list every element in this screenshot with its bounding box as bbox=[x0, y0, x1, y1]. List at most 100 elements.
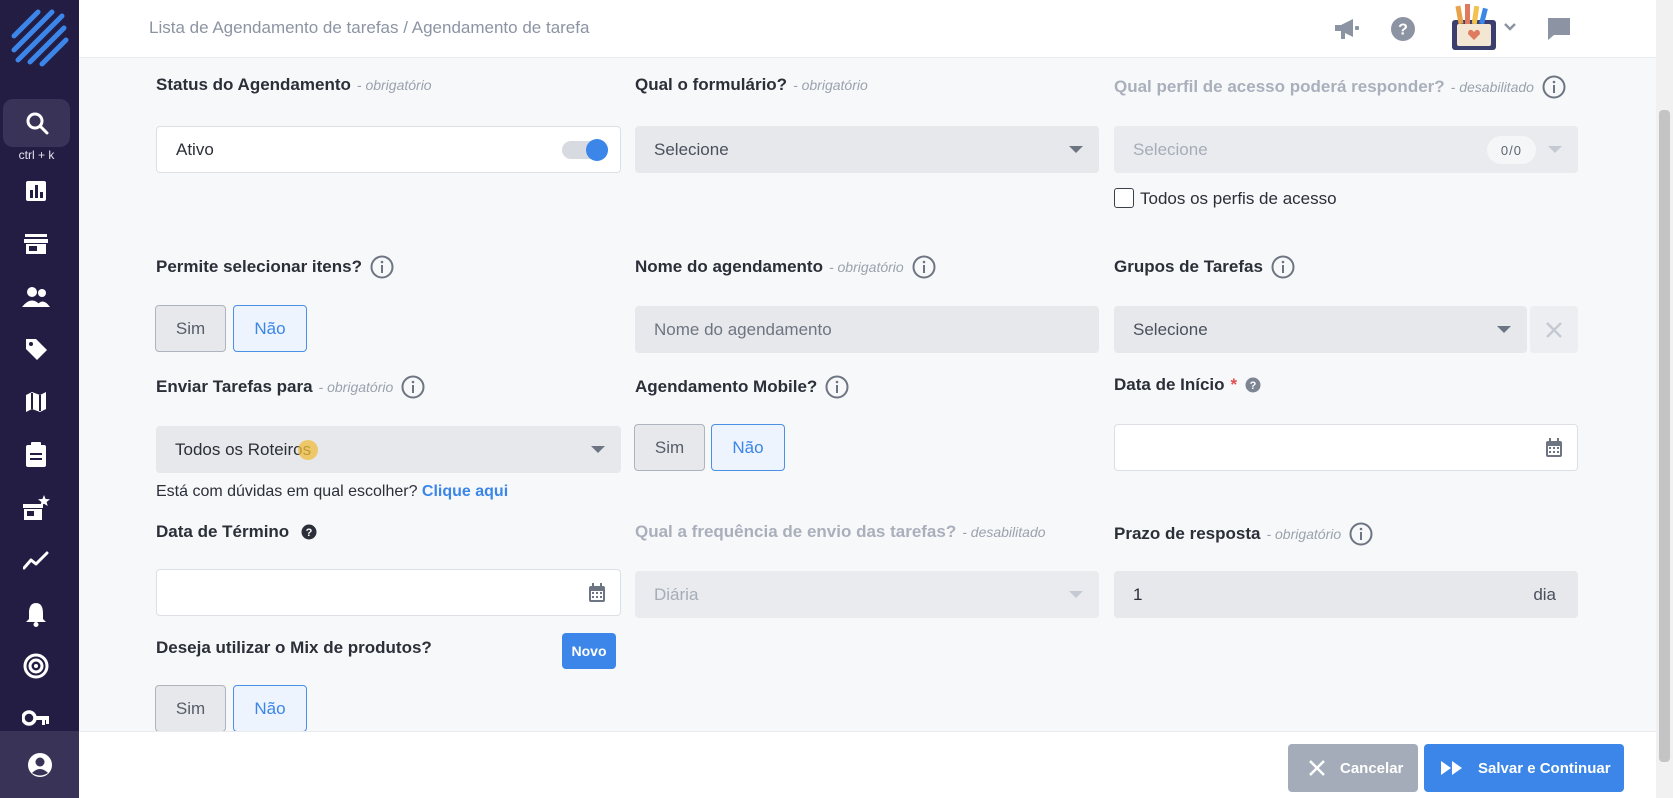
chart-icon bbox=[26, 181, 46, 201]
cancel-button[interactable]: Cancelar bbox=[1288, 744, 1418, 792]
deadline-value: 1 bbox=[1133, 584, 1143, 604]
sidebar-item-stores[interactable] bbox=[18, 226, 54, 262]
info-icon[interactable] bbox=[1349, 522, 1373, 546]
select-items-yes-button[interactable]: Sim bbox=[155, 305, 226, 352]
required-tag: - obrigatório bbox=[793, 77, 868, 93]
disabled-tag: - desabilitado bbox=[1450, 79, 1534, 95]
mix-label-text: Deseja utilizar o Mix de produtos? bbox=[156, 638, 432, 657]
avatar bbox=[1452, 4, 1496, 50]
breadcrumb-separator: / bbox=[398, 18, 412, 37]
sidebar-item-notifications[interactable] bbox=[18, 596, 54, 632]
sidebar-item-tasks[interactable] bbox=[18, 437, 54, 473]
key-icon bbox=[22, 710, 49, 726]
search-button[interactable] bbox=[3, 99, 70, 147]
all-profiles-checkbox[interactable] bbox=[1114, 188, 1134, 208]
sidebar-item-map[interactable] bbox=[18, 384, 54, 420]
target-icon bbox=[23, 653, 49, 679]
end-date-input[interactable] bbox=[156, 569, 621, 616]
info-icon[interactable] bbox=[912, 255, 936, 279]
form-select-value: Selecione bbox=[654, 139, 729, 159]
clipboard-icon bbox=[26, 442, 46, 467]
deadline-input[interactable]: 1 dia bbox=[1114, 571, 1578, 618]
status-toggle[interactable] bbox=[562, 139, 608, 161]
calendar-icon[interactable] bbox=[1545, 438, 1563, 463]
sidebar-item-goals[interactable] bbox=[18, 648, 54, 684]
deadline-label: Prazo de resposta - obrigatório bbox=[1114, 522, 1373, 546]
info-icon[interactable] bbox=[1271, 255, 1295, 279]
select-items-no-button[interactable]: Não bbox=[233, 305, 307, 352]
deadline-label-text: Prazo de resposta bbox=[1114, 524, 1261, 543]
new-badge: Novo bbox=[562, 633, 616, 669]
mix-yes-button[interactable]: Sim bbox=[155, 685, 226, 732]
profile-select: Selecione 0/0 bbox=[1114, 126, 1578, 173]
mix-no-button[interactable]: Não bbox=[233, 685, 307, 732]
start-date-input[interactable] bbox=[1114, 424, 1578, 471]
megaphone-icon bbox=[1335, 19, 1359, 39]
breadcrumb-parent-link[interactable]: Lista de Agendamento de tarefas bbox=[149, 18, 399, 37]
status-field: Ativo bbox=[156, 126, 621, 173]
help-button[interactable]: ? bbox=[1385, 11, 1421, 47]
svg-text:?: ? bbox=[1398, 22, 1408, 39]
save-continue-button[interactable]: Salvar e Continuar bbox=[1424, 744, 1624, 792]
logo[interactable] bbox=[8, 6, 70, 68]
send-to-help-text: Está com dúvidas em qual escolher? bbox=[156, 483, 418, 500]
info-icon[interactable] bbox=[370, 255, 394, 279]
deadline-unit: dia bbox=[1533, 584, 1556, 604]
schedule-name-input[interactable]: Nome do agendamento bbox=[635, 306, 1099, 353]
sidebar-item-trends[interactable] bbox=[18, 543, 54, 579]
chat-button[interactable] bbox=[1541, 11, 1577, 47]
tag-icon bbox=[26, 339, 47, 360]
required-tag: - obrigatório bbox=[828, 259, 904, 275]
end-date-label: Data de Término ? bbox=[156, 522, 317, 542]
footer-actions: Cancelar Salvar e Continuar bbox=[79, 731, 1656, 798]
sidebar-item-featured-stores[interactable] bbox=[18, 490, 54, 526]
user-profile-button[interactable] bbox=[0, 731, 79, 798]
task-groups-clear-button[interactable] bbox=[1530, 306, 1578, 353]
form-select-label: Qual o formulário? - obrigatório bbox=[635, 75, 868, 95]
mobile-no-button[interactable]: Não bbox=[711, 424, 785, 471]
users-icon bbox=[22, 287, 50, 307]
sidebar-item-users[interactable] bbox=[18, 279, 54, 315]
map-icon bbox=[26, 392, 46, 412]
schedule-name-label-text: Nome do agendamento bbox=[635, 257, 823, 276]
help-icon: ? bbox=[1391, 17, 1415, 41]
account-menu[interactable] bbox=[1447, 2, 1519, 52]
send-to-help-link[interactable]: Clique aqui bbox=[422, 483, 508, 500]
help-circle-icon[interactable]: ? bbox=[1245, 377, 1261, 393]
required-tag: - obrigatório bbox=[318, 379, 394, 395]
svg-text:?: ? bbox=[1250, 380, 1257, 392]
help-circle-icon[interactable]: ? bbox=[301, 524, 317, 540]
start-date-label-text: Data de Início bbox=[1114, 375, 1225, 394]
caret-down-icon bbox=[1069, 591, 1083, 598]
select-items-label-text: Permite selecionar itens? bbox=[156, 257, 362, 276]
status-label: Status do Agendamento - obrigatório bbox=[156, 75, 432, 95]
profile-label: Qual perfil de acesso poderá responder? … bbox=[1114, 75, 1566, 99]
text-cursor-indicator bbox=[298, 440, 318, 460]
send-to-label: Enviar Tarefas para - obrigatório bbox=[156, 375, 425, 399]
search-icon bbox=[26, 112, 48, 135]
mobile-label-text: Agendamento Mobile? bbox=[635, 377, 818, 396]
info-icon[interactable] bbox=[1542, 75, 1566, 99]
mobile-yes-button[interactable]: Sim bbox=[634, 424, 705, 471]
chat-icon bbox=[1548, 18, 1570, 40]
mobile-label: Agendamento Mobile? bbox=[635, 375, 849, 399]
bell-icon bbox=[26, 603, 46, 627]
calendar-icon[interactable] bbox=[588, 583, 606, 608]
search-shortcut-hint: ctrl + k bbox=[18, 148, 55, 162]
send-to-select[interactable]: Todos os Roteiros bbox=[156, 426, 621, 473]
scrollbar-thumb[interactable] bbox=[1659, 110, 1670, 762]
sidebar-item-tags[interactable] bbox=[18, 331, 54, 367]
all-profiles-label: Todos os perfis de acesso bbox=[1140, 189, 1337, 208]
form-select[interactable]: Selecione bbox=[635, 126, 1099, 173]
info-icon[interactable] bbox=[401, 375, 425, 399]
fast-forward-icon bbox=[1441, 761, 1462, 775]
toggle-knob bbox=[586, 139, 608, 161]
schedule-name-placeholder: Nome do agendamento bbox=[654, 319, 832, 339]
breadcrumb: Lista de Agendamento de tarefas / Agenda… bbox=[149, 18, 589, 38]
caret-down-icon bbox=[1548, 146, 1562, 153]
info-icon[interactable] bbox=[825, 375, 849, 399]
sidebar-item-dashboard[interactable] bbox=[18, 173, 54, 209]
task-groups-select[interactable]: Selecione bbox=[1114, 306, 1527, 353]
announcements-button[interactable] bbox=[1329, 11, 1365, 47]
chevron-down-icon bbox=[1504, 23, 1516, 31]
